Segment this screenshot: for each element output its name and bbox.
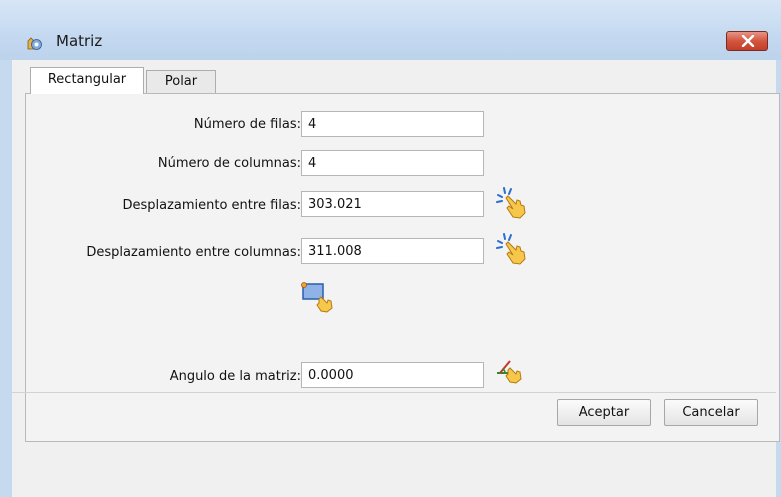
dialog-window: Matriz Rectangular Polar Número de filas… (0, 0, 781, 497)
window-frame-left (0, 60, 12, 497)
pick-point-hand-icon (496, 187, 526, 219)
columns-input[interactable] (301, 150, 484, 176)
title-bar: Matriz (0, 0, 781, 60)
close-icon (741, 35, 755, 47)
tab-polar[interactable]: Polar (146, 70, 216, 94)
row-spacing-label: Desplazamiento entre filas: (122, 198, 301, 213)
tab-rectangular[interactable]: Rectangular (30, 67, 144, 94)
pick-angle-button[interactable] (494, 356, 530, 390)
pick-rectangle-icon (301, 282, 333, 313)
pick-point-hand-icon (496, 233, 526, 265)
cancel-button[interactable]: Cancelar (664, 399, 758, 426)
close-button[interactable] (726, 31, 768, 51)
columns-label: Número de columnas: (157, 156, 301, 171)
row-spacing-input[interactable] (301, 191, 484, 217)
rows-label: Número de filas: (193, 117, 301, 132)
dialog-content: Rectangular Polar Número de filas: Númer… (12, 60, 780, 497)
pick-rectangle-button[interactable] (300, 281, 336, 315)
app-icon (25, 34, 43, 52)
column-spacing-label: Desplazamiento entre columnas: (86, 245, 301, 260)
tab-panel-rectangular: Número de filas: Número de columnas: Des… (25, 93, 780, 442)
window-title: Matriz (56, 32, 103, 50)
column-spacing-input[interactable] (301, 238, 484, 264)
rows-input[interactable] (301, 111, 484, 137)
matrix-angle-label: Angulo de la matriz: (169, 369, 301, 384)
accept-button[interactable]: Aceptar (557, 399, 651, 426)
pick-column-spacing-button[interactable] (494, 232, 530, 266)
pick-row-spacing-button[interactable] (494, 186, 530, 220)
footer-separator (12, 392, 776, 393)
pick-angle-icon (497, 360, 522, 384)
matrix-angle-input[interactable] (301, 362, 484, 388)
